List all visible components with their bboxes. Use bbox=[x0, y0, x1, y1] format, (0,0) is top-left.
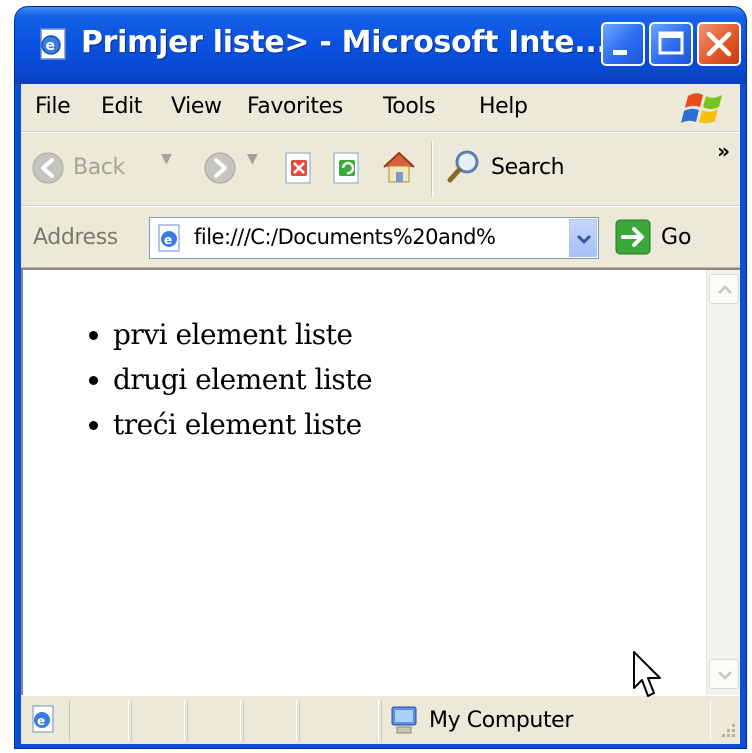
browser-window: e Primjer liste> - Microsoft Inte... Fil… bbox=[14, 6, 747, 749]
menu-favorites[interactable]: Favorites bbox=[247, 94, 343, 119]
home-icon[interactable] bbox=[379, 147, 419, 187]
menu-edit[interactable]: Edit bbox=[101, 94, 142, 119]
bullet-list: prvi element liste drugi element liste t… bbox=[113, 312, 373, 447]
mouse-pointer-icon bbox=[633, 651, 661, 697]
my-computer-icon bbox=[391, 706, 417, 734]
close-button[interactable] bbox=[697, 22, 741, 66]
menu-help[interactable]: Help bbox=[479, 94, 528, 119]
back-arrow-icon bbox=[32, 152, 64, 184]
vertical-scrollbar[interactable] bbox=[706, 270, 740, 695]
minimize-icon bbox=[613, 50, 627, 55]
close-icon bbox=[706, 31, 732, 57]
maximize-button[interactable] bbox=[649, 22, 693, 66]
windows-logo-icon bbox=[681, 93, 722, 124]
list-item: drugi element liste bbox=[113, 357, 373, 402]
svg-text:e: e bbox=[46, 38, 56, 54]
status-panel bbox=[243, 700, 297, 741]
search-label: Search bbox=[491, 155, 565, 180]
back-label: Back bbox=[73, 155, 125, 180]
list-item: prvi element liste bbox=[113, 312, 372, 357]
address-label: Address bbox=[33, 225, 118, 250]
standard-toolbar: Back ▼ ▼ Search » bbox=[21, 132, 740, 206]
stop-icon[interactable] bbox=[283, 151, 317, 185]
chevron-up-icon bbox=[718, 285, 732, 294]
back-dropdown-icon[interactable]: ▼ bbox=[161, 151, 172, 167]
maximize-icon bbox=[658, 31, 684, 55]
list-item: treći element liste bbox=[113, 402, 372, 447]
address-dropdown-button[interactable] bbox=[569, 219, 597, 257]
status-panel bbox=[299, 700, 379, 741]
page-content: prvi element liste drugi element liste t… bbox=[21, 268, 740, 695]
title-bar[interactable]: e Primjer liste> - Microsoft Inte... bbox=[15, 7, 746, 84]
back-button[interactable]: Back bbox=[31, 147, 161, 191]
ie-page-icon: e bbox=[158, 224, 180, 252]
scroll-down-button[interactable] bbox=[709, 659, 739, 689]
status-panel bbox=[69, 700, 129, 741]
scroll-up-button[interactable] bbox=[709, 274, 739, 304]
forward-dropdown-icon[interactable]: ▼ bbox=[247, 151, 258, 167]
status-panel bbox=[187, 700, 241, 741]
status-panel bbox=[131, 700, 185, 741]
go-arrow-icon[interactable] bbox=[615, 219, 651, 255]
forward-button[interactable] bbox=[203, 151, 241, 189]
address-value: file:///C:/Documents%20and% bbox=[194, 225, 496, 249]
menu-file[interactable]: File bbox=[35, 94, 71, 119]
toolbar-overflow-icon[interactable]: » bbox=[717, 139, 730, 163]
minimize-button[interactable] bbox=[601, 22, 645, 66]
go-label[interactable]: Go bbox=[661, 225, 692, 250]
window-body: File Edit View Favorites Tools Help Back bbox=[21, 84, 740, 744]
ie-page-icon: e bbox=[40, 28, 66, 60]
chevron-down-icon bbox=[576, 234, 592, 245]
ie-page-icon: e bbox=[32, 705, 54, 733]
address-bar: Address e file:///C:/Documents%20and% Go bbox=[21, 206, 740, 268]
resize-grip-icon[interactable] bbox=[716, 720, 738, 742]
search-button[interactable]: Search bbox=[445, 145, 615, 191]
refresh-icon[interactable] bbox=[331, 151, 365, 185]
svg-text:e: e bbox=[164, 233, 172, 247]
svg-text:e: e bbox=[37, 714, 45, 728]
security-zone-label: My Computer bbox=[429, 708, 573, 733]
search-icon bbox=[447, 150, 479, 183]
menu-view[interactable]: View bbox=[171, 94, 222, 119]
forward-arrow-icon bbox=[204, 152, 236, 184]
menu-tools[interactable]: Tools bbox=[383, 94, 436, 119]
window-title: Primjer liste> - Microsoft Inte... bbox=[81, 25, 608, 60]
menu-bar: File Edit View Favorites Tools Help bbox=[21, 84, 740, 132]
address-input[interactable]: e file:///C:/Documents%20and% bbox=[149, 217, 599, 259]
toolbar-separator bbox=[431, 141, 433, 197]
chevron-down-icon bbox=[718, 671, 732, 680]
